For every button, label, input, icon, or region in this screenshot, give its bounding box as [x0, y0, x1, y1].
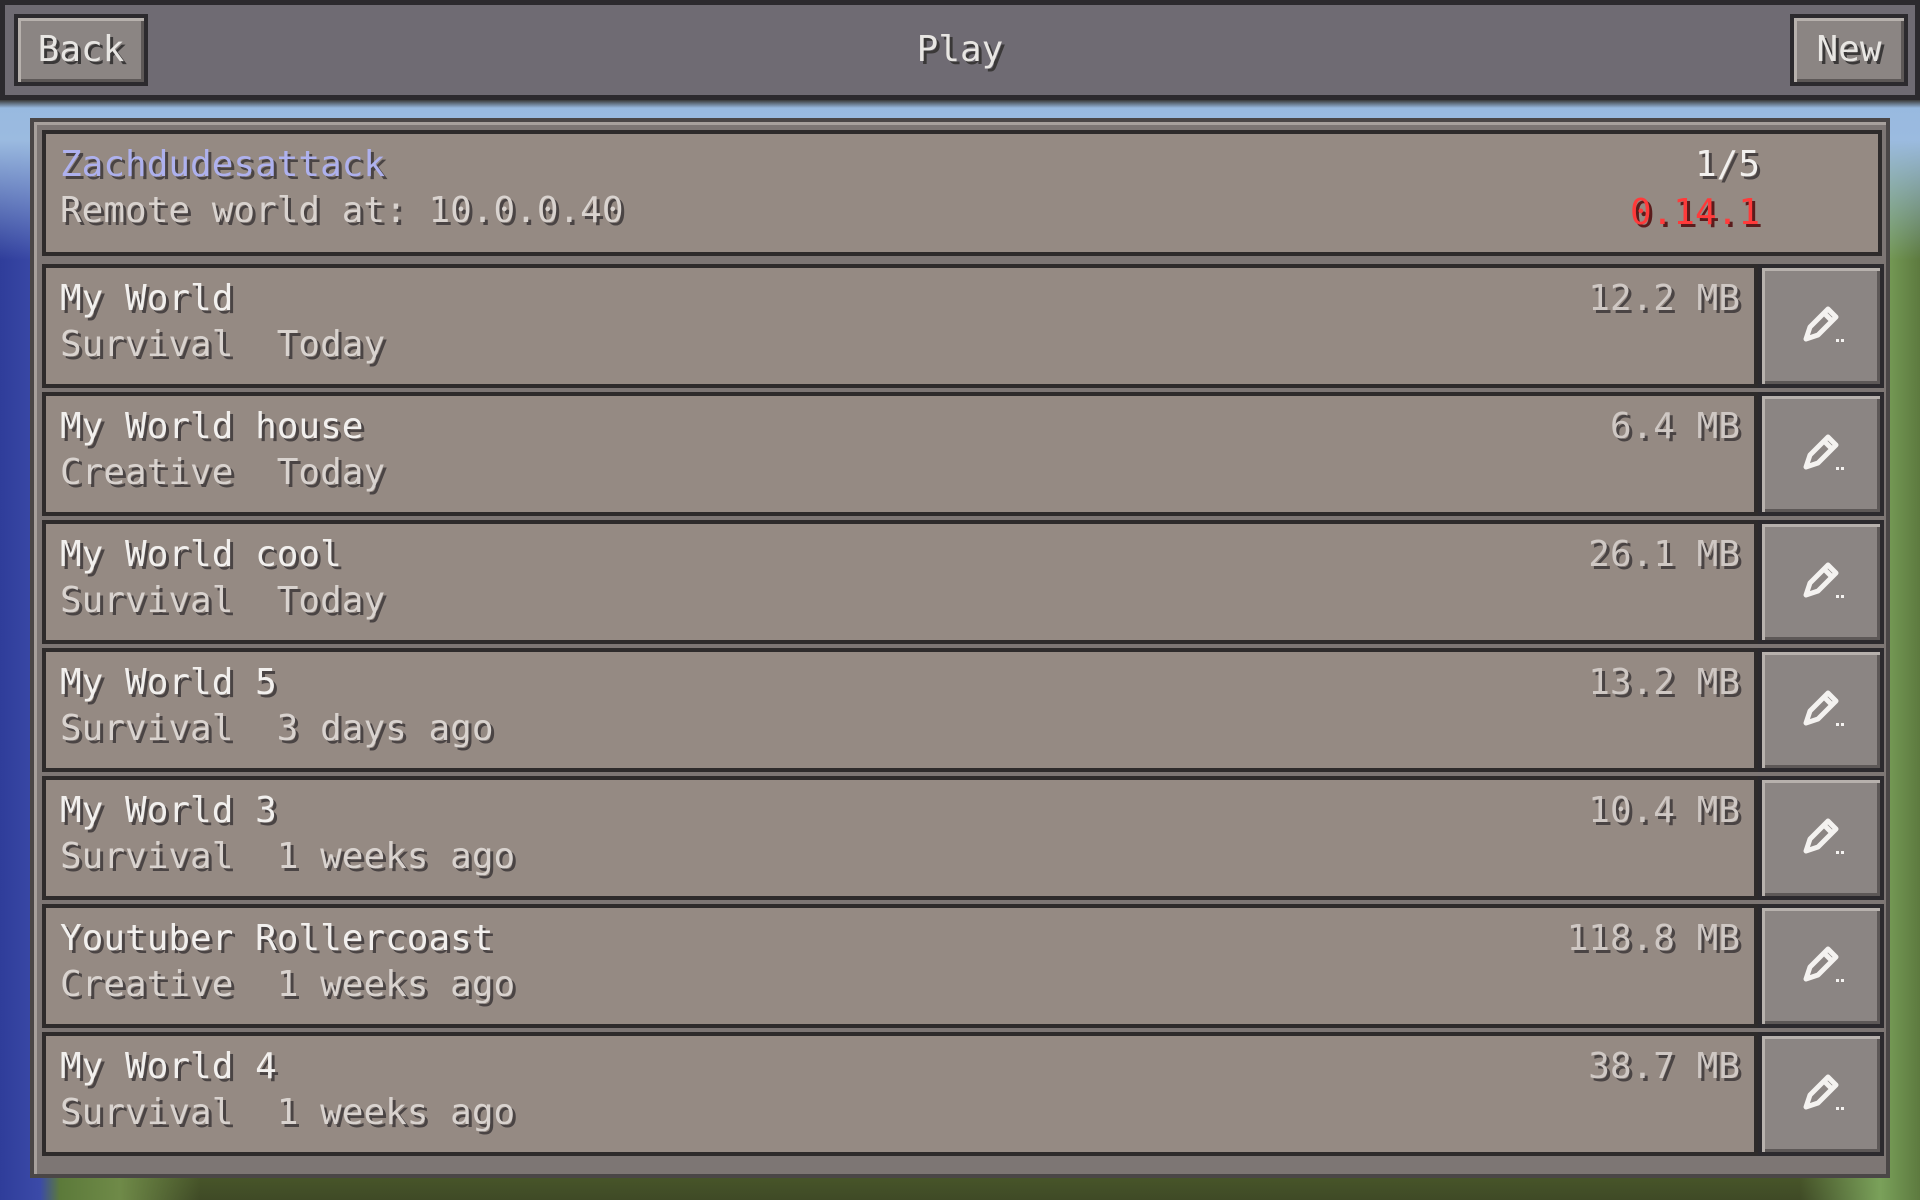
world-mode: Survival — [60, 1092, 234, 1133]
server-player-count: 1/5 — [1694, 144, 1760, 185]
world-details: Survival Today — [60, 324, 385, 365]
edit-world-button[interactable] — [1758, 776, 1884, 900]
server-address: Remote world at: 10.0.0.40 — [60, 190, 624, 231]
world-last-played: Today — [276, 452, 386, 493]
world-size: 12.2 MB — [1588, 278, 1740, 319]
world-row[interactable]: Youtuber Rollercoast Creative 1 weeks ago… — [42, 904, 1758, 1028]
world-size: 13.2 MB — [1588, 662, 1740, 703]
world-row[interactable]: My World 3 Survival 1 weeks ago 10.4 MB — [42, 776, 1758, 900]
world-size: 38.7 MB — [1588, 1046, 1740, 1087]
pencil-icon — [1796, 811, 1846, 865]
edit-world-button[interactable] — [1758, 520, 1884, 644]
world-details: Survival 1 weeks ago — [60, 836, 515, 877]
server-entry[interactable]: Zachdudesattack Remote world at: 10.0.0.… — [42, 130, 1882, 256]
world-mode: Survival — [60, 836, 234, 877]
server-version: 0.14.1 — [1629, 192, 1760, 233]
edit-world-button[interactable] — [1758, 648, 1884, 772]
edit-world-button[interactable] — [1758, 392, 1884, 516]
world-row[interactable]: My World house Creative Today 6.4 MB — [42, 392, 1758, 516]
world-last-played: 3 days ago — [276, 708, 494, 749]
world-row[interactable]: My World 4 Survival 1 weeks ago 38.7 MB — [42, 1032, 1758, 1156]
world-name: Youtuber Rollercoast — [60, 918, 494, 959]
pencil-icon — [1796, 427, 1846, 481]
world-row[interactable]: My World 5 Survival 3 days ago 13.2 MB — [42, 648, 1758, 772]
edit-world-button[interactable] — [1758, 264, 1884, 388]
world-last-played: 1 weeks ago — [276, 964, 516, 1005]
pencil-icon — [1796, 683, 1846, 737]
world-name: My World 3 — [60, 790, 277, 831]
world-name: My World house — [60, 406, 364, 447]
world-mode: Survival — [60, 580, 234, 621]
world-last-played: Today — [276, 580, 386, 621]
pencil-icon — [1796, 1067, 1846, 1121]
world-size: 10.4 MB — [1588, 790, 1740, 831]
world-name: My World 5 — [60, 662, 277, 703]
world-details: Creative Today — [60, 452, 385, 493]
world-mode: Survival — [60, 708, 234, 749]
world-row[interactable]: My World Survival Today 12.2 MB — [42, 264, 1758, 388]
back-button[interactable]: Back — [14, 14, 148, 86]
world-name: My World cool — [60, 534, 342, 575]
edit-world-button[interactable] — [1758, 1032, 1884, 1156]
world-row[interactable]: My World cool Survival Today 26.1 MB — [42, 520, 1758, 644]
header-bar — [0, 0, 1920, 100]
world-mode: Survival — [60, 324, 234, 365]
world-details: Survival Today — [60, 580, 385, 621]
pencil-icon — [1796, 939, 1846, 993]
new-world-button[interactable]: New — [1790, 14, 1908, 86]
world-last-played: 1 weeks ago — [276, 1092, 516, 1133]
world-details: Survival 3 days ago — [60, 708, 494, 749]
header-shadow — [0, 100, 1920, 108]
pencil-icon — [1796, 299, 1846, 353]
world-last-played: 1 weeks ago — [276, 836, 516, 877]
world-mode: Creative — [60, 964, 234, 1005]
edit-world-button[interactable] — [1758, 904, 1884, 1028]
world-last-played: Today — [276, 324, 386, 365]
world-mode: Creative — [60, 452, 234, 493]
world-name: My World — [60, 278, 234, 319]
world-list-panel[interactable]: Zachdudesattack Remote world at: 10.0.0.… — [30, 118, 1890, 1178]
world-name: My World 4 — [60, 1046, 277, 1087]
pencil-icon — [1796, 555, 1846, 609]
world-details: Survival 1 weeks ago — [60, 1092, 515, 1133]
world-size: 6.4 MB — [1609, 406, 1740, 447]
world-size: 118.8 MB — [1566, 918, 1740, 959]
world-details: Creative 1 weeks ago — [60, 964, 515, 1005]
server-name: Zachdudesattack — [60, 144, 386, 185]
world-size: 26.1 MB — [1588, 534, 1740, 575]
